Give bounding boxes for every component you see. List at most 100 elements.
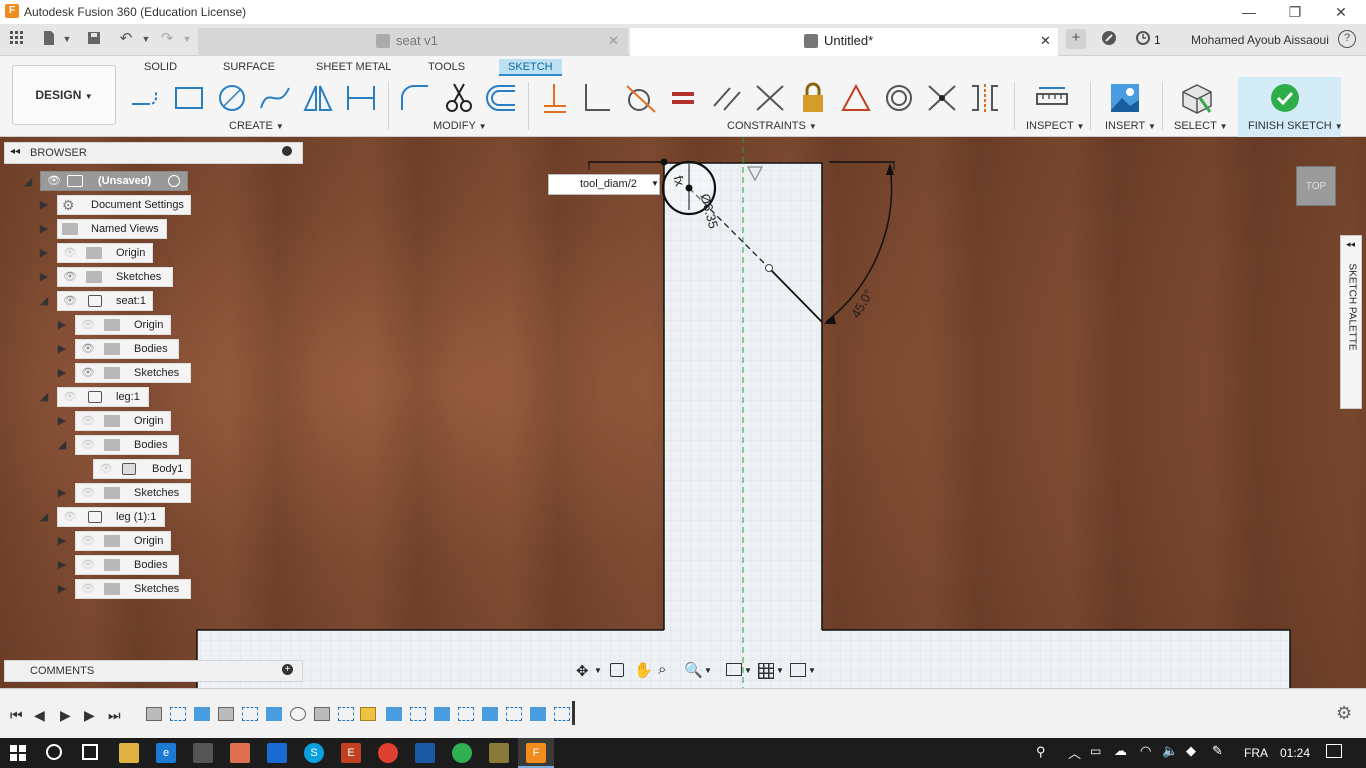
line-icon[interactable] [128,82,162,114]
pan-hand-icon[interactable]: ✋ [634,661,653,679]
tree-collapsed-icon[interactable]: ▶ [56,535,68,547]
timeline-feature[interactable] [194,707,210,721]
hidden-eye-icon[interactable]: 👁 [81,580,95,598]
tree-node-seat-origin[interactable]: 👁 Origin [75,315,171,335]
timeline-settings-gear-icon[interactable]: ⚙ [1336,703,1352,724]
symmetry-icon[interactable] [968,82,1002,114]
minimize-button[interactable]: — [1226,2,1272,22]
rectangle-icon[interactable] [172,82,206,114]
chevron-down-icon[interactable]: ▼ [651,179,659,188]
tree-expanded-icon[interactable]: ◢ [38,391,50,403]
timeline-feature[interactable] [410,707,426,721]
search-icon[interactable] [46,744,62,760]
look-at-icon[interactable] [610,663,624,677]
hidden-eye-icon[interactable]: 👁 [81,436,95,454]
new-tab-icon[interactable]: + [1066,29,1086,49]
insert-image-icon[interactable] [1108,82,1142,114]
tree-node-leg[interactable]: 👁 leg:1 [57,387,149,407]
collapse-icon[interactable]: ◂◂ [10,146,20,157]
triangle-icon[interactable] [839,82,873,114]
timeline-feature[interactable] [530,707,546,721]
tab-seat-v1[interactable]: seat v1 ✕ [198,28,628,56]
tree-node-leg1-bodies[interactable]: 👁 Bodies [75,555,179,575]
tree-collapsed-icon[interactable]: ▶ [38,271,50,283]
comments-panel-header[interactable]: COMMENTS + [4,660,303,682]
play-icon[interactable]: ▶ [60,707,71,724]
step-forward-icon[interactable]: ▶ [84,707,95,724]
skype-icon[interactable]: S [304,743,324,763]
chevron-down-icon[interactable]: ▼ [744,666,752,675]
tree-node-leg-origin[interactable]: 👁 Origin [75,411,171,431]
checkmark-icon[interactable] [1270,83,1300,113]
maximize-button[interactable]: ❐ [1272,2,1318,22]
tree-node-leg-sketches[interactable]: 👁 Sketches [75,483,191,503]
visibility-eye-icon[interactable]: 👁 [47,172,61,190]
file-explorer-icon[interactable] [119,743,139,763]
hidden-eye-icon[interactable]: 👁 [63,388,77,406]
file-dropdown-icon[interactable]: ▼ [58,30,76,48]
expand-icon[interactable]: ◂◂ [1346,239,1355,250]
grid-settings-icon[interactable] [758,663,774,679]
fit-icon[interactable]: 🔍 [684,661,703,679]
tree-node-leg1-sketches[interactable]: 👁 Sketches [75,579,191,599]
tree-collapsed-icon[interactable]: ▶ [56,583,68,595]
trim-icon[interactable] [442,82,476,114]
tree-node-leg-1[interactable]: 👁 leg (1):1 [57,507,165,527]
tree-node-seat-sketches[interactable]: 👁 Sketches [75,363,191,383]
equal-icon[interactable] [666,82,700,114]
coincident-icon[interactable] [538,82,572,114]
app-icon[interactable] [415,743,435,763]
app-icon[interactable] [230,743,250,763]
tab-sketch[interactable]: SKETCH [499,59,562,76]
go-to-start-icon[interactable]: ⏮ [10,707,23,724]
timeline-feature[interactable] [386,707,402,721]
parallel-icon[interactable] [710,82,744,114]
tab-close-icon[interactable]: ✕ [1040,28,1051,54]
midpoint-icon[interactable] [925,82,959,114]
clock[interactable]: 01:24 [1280,746,1310,760]
tree-node-sketches[interactable]: 👁 Sketches [57,267,173,287]
tree-expanded-icon[interactable]: ◢ [22,176,34,188]
tree-collapsed-icon[interactable]: ▶ [56,559,68,571]
inspect-group-label[interactable]: INSPECT ▼ [1026,120,1084,132]
tab-untitled[interactable]: Untitled* ✕ [630,28,1058,56]
timeline-feature[interactable] [170,707,186,721]
timeline-feature[interactable] [290,707,306,721]
job-status-icon[interactable] [1134,30,1152,48]
save-icon[interactable] [85,30,103,48]
tree-node-named-views[interactable]: Named Views [57,219,167,239]
tab-close-icon[interactable]: ✕ [608,28,619,54]
viewports-icon[interactable] [790,663,806,677]
visibility-eye-icon[interactable]: 👁 [63,292,77,310]
extensions-icon[interactable] [1100,30,1118,48]
sketch-palette-collapsed[interactable]: ◂◂ SKETCH PALETTE [1340,235,1362,409]
tree-collapsed-icon[interactable]: ▶ [38,223,50,235]
viewcube[interactable]: TOP [1296,166,1336,206]
fix-lock-icon[interactable] [796,82,830,114]
step-back-icon[interactable]: ◀ [34,707,45,724]
timeline-feature[interactable] [338,707,354,721]
hidden-eye-icon[interactable]: 👁 [99,460,113,478]
hidden-eye-icon[interactable]: 👁 [81,556,95,574]
collinear-icon[interactable] [753,82,787,114]
mail-icon[interactable] [267,743,287,763]
dimension-input-field[interactable]: tool_diam/2 ▼ [548,174,660,195]
visibility-eye-icon[interactable]: 👁 [63,268,77,286]
volume-icon[interactable]: 🔈 [1162,743,1178,759]
tree-collapsed-icon[interactable]: ▶ [38,199,50,211]
timeline-feature[interactable] [434,707,450,721]
redo-icon[interactable]: ↷ [158,30,176,48]
app-icon[interactable] [489,743,509,763]
hidden-eye-icon[interactable]: 👁 [81,316,95,334]
select-group-label[interactable]: SELECT ▼ [1174,120,1228,132]
undo-icon[interactable]: ↶ [117,30,135,48]
hidden-eye-icon[interactable]: 👁 [63,508,77,526]
orbit-icon[interactable]: ✥ [576,662,589,680]
wifi-icon[interactable]: ◠ [1140,743,1151,759]
visibility-eye-icon[interactable]: 👁 [81,364,95,382]
chevron-down-icon[interactable]: ▼ [594,666,602,675]
offset-icon[interactable] [485,82,519,114]
chevron-down-icon[interactable]: ▼ [704,666,712,675]
tab-surface[interactable]: SURFACE [214,59,284,76]
modify-group-label[interactable]: MODIFY ▼ [433,120,487,132]
